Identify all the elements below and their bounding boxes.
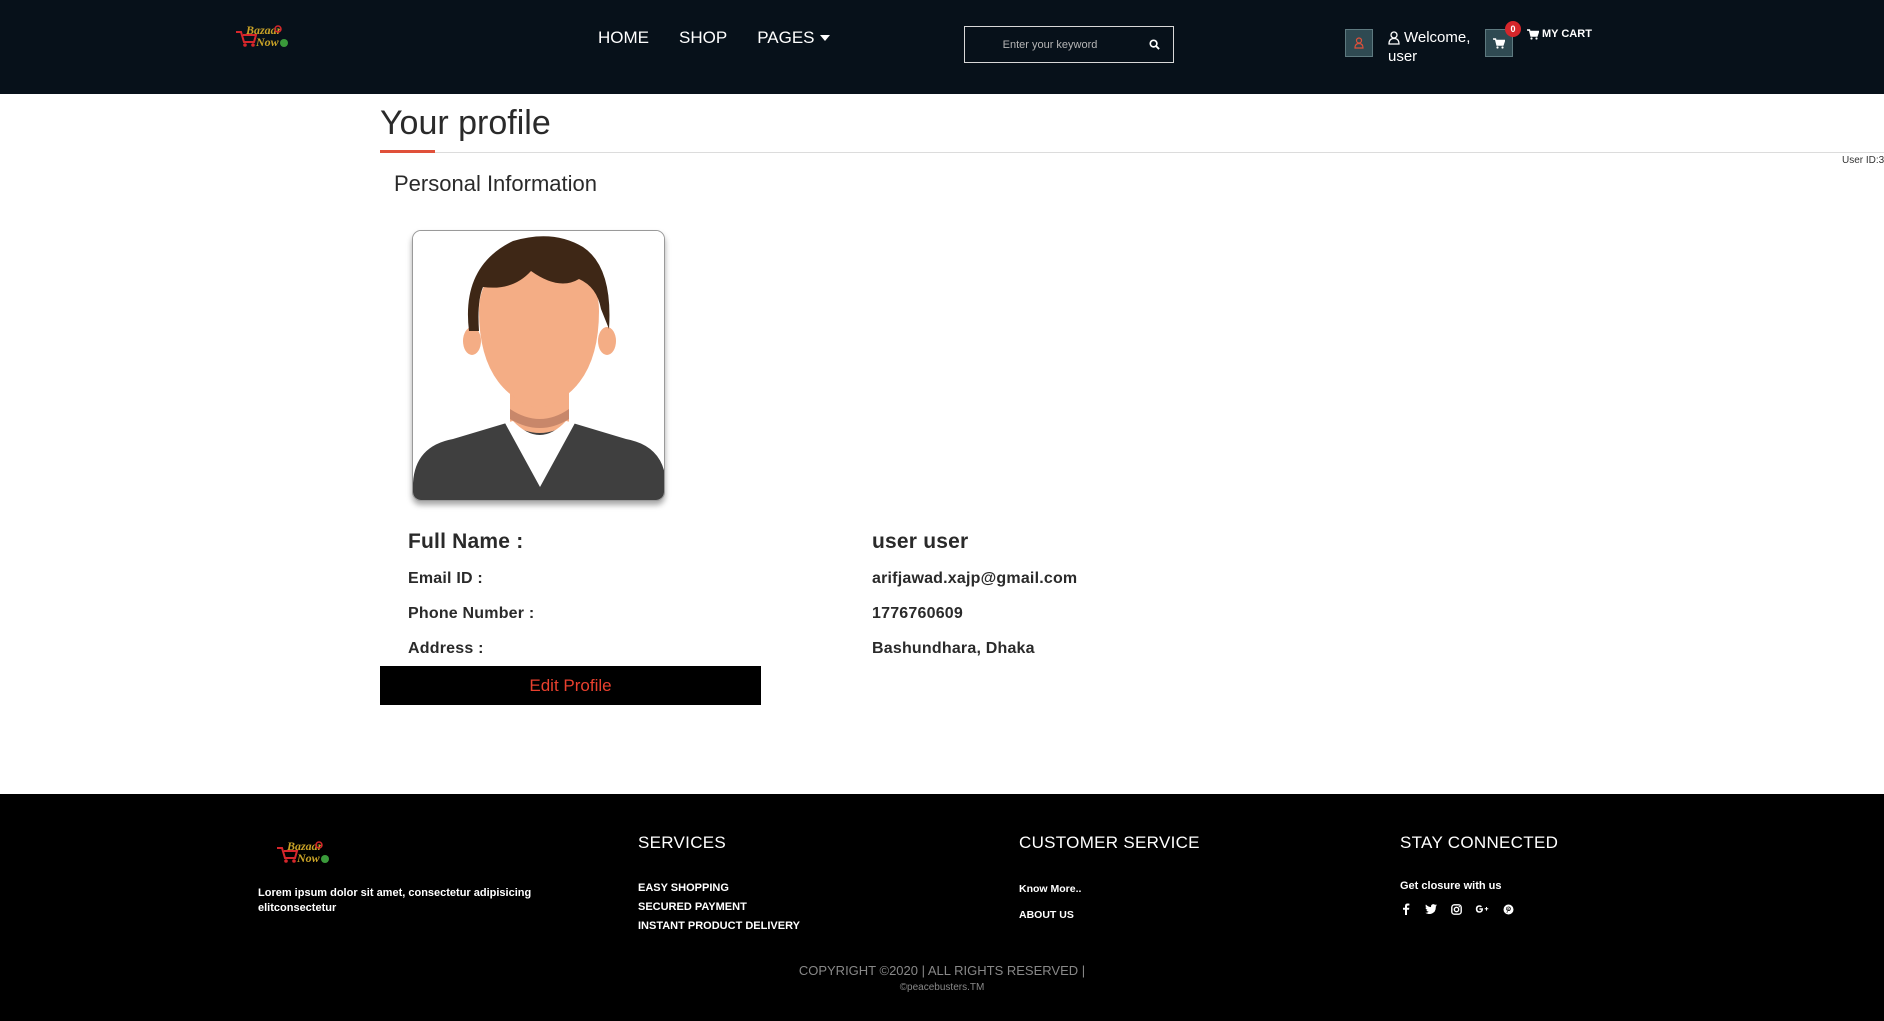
main-nav: HOME SHOP PAGES (598, 28, 830, 48)
pinterest-icon[interactable] (1502, 903, 1514, 915)
welcome-label: Welcome, (1404, 29, 1471, 46)
nav-home[interactable]: HOME (598, 28, 649, 48)
title-accent-bar (380, 150, 435, 153)
social-links (1400, 903, 1514, 915)
nav-shop[interactable]: SHOP (679, 28, 727, 48)
section-title: Personal Information (394, 171, 597, 196)
phone-value: 1776760609 (872, 605, 963, 622)
caret-down-icon (819, 35, 830, 41)
search-box (964, 26, 1174, 63)
credit-text: ©peacebusters.TM (899, 982, 985, 993)
footer-logo-text-bottom: Now (296, 851, 321, 865)
footer-stay-connected-heading: STAY CONNECTED (1400, 833, 1559, 852)
welcome-message[interactable]: Welcome, user (1388, 28, 1470, 66)
search-icon (1148, 39, 1160, 50)
facebook-icon[interactable] (1400, 903, 1412, 915)
cart-icon (1493, 37, 1505, 49)
address-label: Address : (408, 640, 484, 657)
nav-home-label: HOME (598, 28, 649, 47)
my-cart-label: MY CART (1542, 28, 1592, 40)
user-id-text: User ID:3 (1842, 155, 1884, 166)
fullname-label: Full Name : (408, 530, 524, 553)
footer-link-know-more[interactable]: Know More.. (1019, 876, 1081, 902)
email-label: Email ID : (408, 570, 483, 587)
nav-shop-label: SHOP (679, 28, 728, 47)
site-logo[interactable]: Bazaar Now (234, 20, 294, 52)
footer-customer-list: Know More.. ABOUT US (1019, 876, 1081, 928)
phone-label: Phone Number : (408, 605, 535, 622)
logo-text-bottom: Now (255, 35, 280, 49)
user-account-button[interactable] (1345, 29, 1373, 57)
footer-service-item[interactable]: INSTANT PRODUCT DELIVERY (638, 917, 800, 936)
cart-icon (1527, 28, 1539, 40)
footer-connected-text: Get closure with us (1400, 880, 1502, 892)
page-title: Your profile (380, 104, 551, 142)
search-input[interactable] (965, 38, 1135, 51)
nav-pages-label: PAGES (757, 28, 815, 47)
footer-logo[interactable]: Bazaar Now (275, 836, 335, 868)
user-outline-icon (1388, 30, 1400, 45)
search-button[interactable] (1135, 27, 1173, 62)
copyright-text: COPYRIGHT ©2020 | ALL RIGHTS RESERVED | (798, 963, 1086, 978)
my-cart-link[interactable]: MY CART (1527, 28, 1592, 40)
instagram-icon[interactable] (1450, 903, 1462, 915)
twitter-icon[interactable] (1425, 903, 1437, 915)
edit-profile-button[interactable]: Edit Profile (380, 666, 761, 705)
title-divider (380, 152, 1884, 153)
footer-service-item[interactable]: SECURED PAYMENT (638, 898, 800, 917)
google-plus-icon[interactable] (1475, 903, 1489, 915)
avatar-illustration (413, 231, 664, 500)
email-value: arifjawad.xajp@gmail.com (872, 570, 1078, 587)
user-icon (1354, 37, 1364, 49)
footer-description: Lorem ipsum dolor sit amet, consectetur … (258, 887, 532, 914)
cart-count-badge: 0 (1505, 21, 1521, 37)
welcome-username: user (1388, 48, 1418, 65)
footer-customer-service-heading: CUSTOMER SERVICE (1019, 833, 1200, 852)
footer-link-about-us[interactable]: ABOUT US (1019, 902, 1081, 928)
footer-services-list: EASY SHOPPING SECURED PAYMENT INSTANT PR… (638, 879, 800, 936)
footer-service-item[interactable]: EASY SHOPPING (638, 879, 800, 898)
fullname-value: user user (872, 530, 969, 553)
address-value: Bashundhara, Dhaka (872, 640, 1035, 657)
nav-pages-dropdown[interactable]: PAGES (757, 28, 830, 48)
profile-avatar (412, 230, 665, 501)
footer-services-heading: SERVICES (638, 833, 727, 852)
